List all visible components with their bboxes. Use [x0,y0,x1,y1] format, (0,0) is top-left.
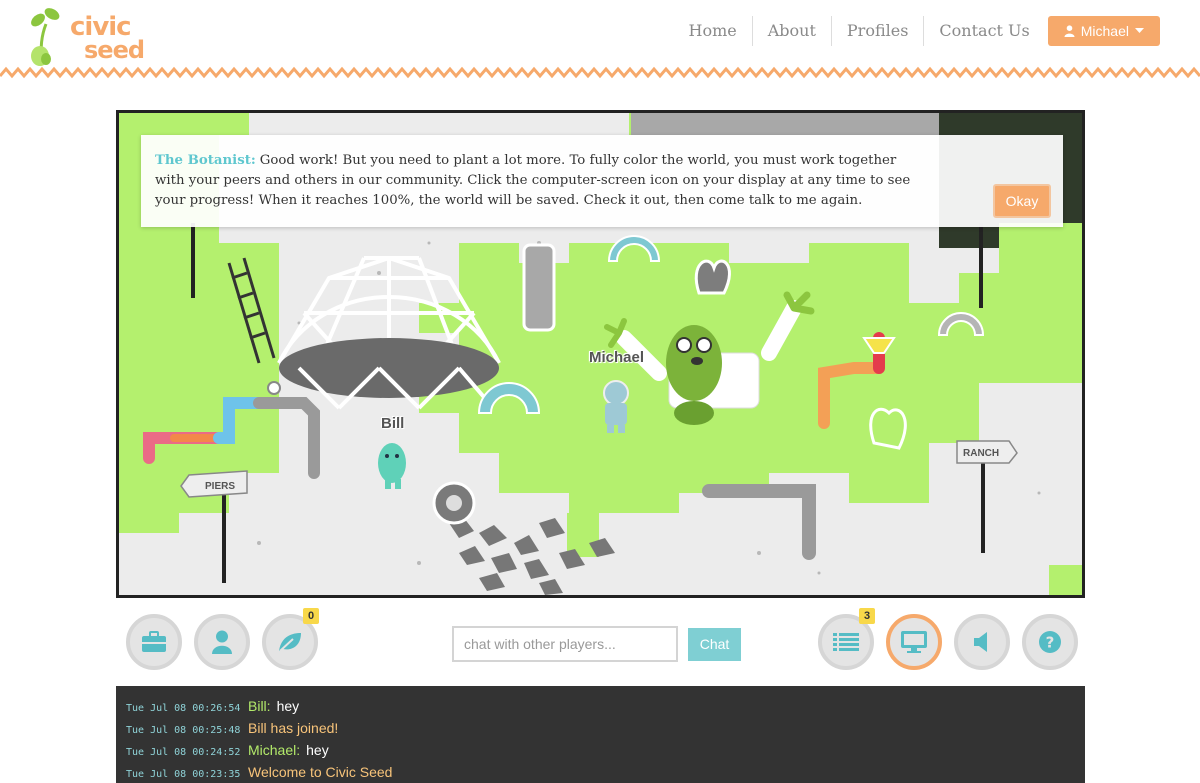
caret-down-icon [1135,28,1144,33]
chat-timestamp: Tue Jul 08 00:25:48 [126,725,241,736]
chat-message: hey [306,742,329,758]
monitor-icon [901,631,927,653]
chat-line: Tue Jul 08 00:26:54 Bill: hey [126,698,1075,720]
svg-text:?: ? [1046,634,1055,652]
civic-seed-logo[interactable]: civic seed [28,2,145,72]
chat-timestamp: Tue Jul 08 00:24:52 [126,747,241,758]
dialog-text: The Botanist: Good work! But you need to … [155,151,923,211]
briefcase-icon [142,631,166,652]
resume-badge: 3 [859,608,875,624]
inventory-button[interactable] [126,614,182,670]
chat-line: Tue Jul 08 00:25:48 Bill has joined! [126,720,1075,742]
player-label-bill: Bill [381,415,405,432]
stone-pillar [522,243,556,332]
sign-piers-text: PIERS [205,481,235,492]
chat-log[interactable]: Tue Jul 08 00:26:54 Bill: hey Tue Jul 08… [116,686,1085,783]
profile-button[interactable] [194,614,250,670]
chat-line: Tue Jul 08 00:24:52 Michael: hey [126,742,1075,764]
sign-piers: PIERS [180,470,248,498]
chat-timestamp: Tue Jul 08 00:26:54 [126,703,241,714]
dialog-okay-button[interactable]: Okay [993,184,1051,218]
nav-about[interactable]: About [753,16,832,46]
user-icon [1064,25,1075,37]
logo-seed-text: seed [84,36,145,64]
user-icon [212,630,232,654]
chat-input[interactable] [452,626,678,662]
dialog-message: Good work! But you need to plant a lot m… [155,153,911,208]
list-icon [833,633,859,651]
nav-home[interactable]: Home [674,16,753,46]
player-label-michael: Michael [589,349,645,366]
sign-ranch: RANCH [956,440,1018,464]
main-nav: Home About Profiles Contact Us Michael [674,16,1160,46]
chat-timestamp: Tue Jul 08 00:23:35 [126,769,241,780]
sign-ranch-text: RANCH [963,448,999,459]
progress-button[interactable] [886,614,942,670]
chat-send-button[interactable]: Chat [688,628,741,661]
header-zigzag-border [0,66,1200,79]
help-button[interactable]: ? [1022,614,1078,670]
chat-system-message: Welcome to Civic Seed [248,764,393,780]
game-viewport[interactable]: PIERS RANCH Michael Bill The Botanist: G… [116,110,1085,598]
nav-contact-us[interactable]: Contact Us [924,16,1047,46]
chat-message: hey [276,698,300,714]
site-header: civic seed Home About Profiles Contact U… [0,0,1200,80]
leaf-icon [279,633,301,652]
dialog-speaker: The Botanist: [155,153,256,168]
nav-profiles[interactable]: Profiles [832,16,925,46]
user-name: Michael [1080,23,1129,39]
chat-system-message: Bill has joined! [248,720,339,736]
question-circle-icon: ? [1039,631,1061,653]
chat-line: Tue Jul 08 00:23:35 Welcome to Civic See… [126,764,1075,783]
chat-sender: Bill: [248,698,271,714]
sound-button[interactable] [954,614,1010,670]
npc-dialog: The Botanist: Good work! But you need to … [141,135,1063,227]
speaker-icon [974,632,987,652]
seeds-badge: 0 [303,608,319,624]
user-menu-button[interactable]: Michael [1047,16,1160,46]
chat-sender: Michael: [248,742,301,758]
